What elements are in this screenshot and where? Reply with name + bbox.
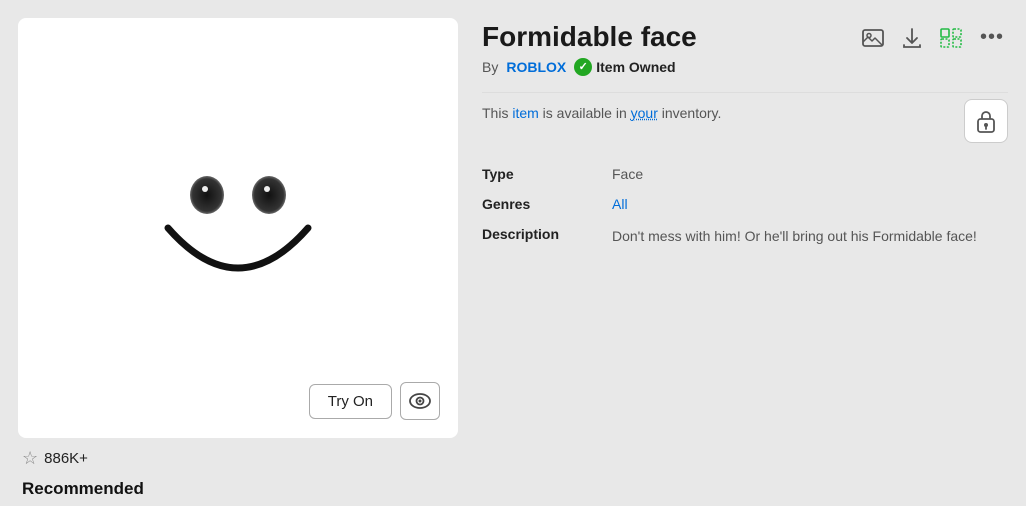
face-eyes (190, 176, 286, 214)
availability-row: This item is available in your inventory… (482, 103, 1008, 143)
download-icon-button[interactable] (898, 25, 926, 51)
configure-icon (940, 28, 962, 48)
divider (482, 92, 1008, 93)
face-smile (158, 218, 318, 308)
image-icon-button[interactable] (858, 26, 888, 50)
item-title: Formidable face (482, 20, 697, 54)
recommended-label: Recommended (18, 479, 458, 499)
availability-text-mid: is available in (539, 105, 631, 121)
right-eye (252, 176, 286, 214)
favorites-count: 886K+ (44, 450, 88, 467)
face-illustration (138, 128, 338, 328)
left-panel: Try On ☆ 886K+ Recommended (18, 18, 458, 506)
lock-icon (975, 109, 997, 133)
right-panel: Formidable face (482, 18, 1008, 506)
left-eye-dot (202, 186, 208, 192)
genres-value: All (612, 189, 1008, 219)
configure-icon-button[interactable] (936, 26, 966, 50)
try-on-button[interactable]: Try On (309, 384, 392, 419)
item-header: Formidable face (482, 20, 1008, 54)
by-label: By (482, 59, 498, 75)
lock-button[interactable] (964, 99, 1008, 143)
right-eye-dot (264, 186, 270, 192)
availability-item-link[interactable]: item (512, 105, 538, 121)
availability-text-pre: This (482, 105, 512, 121)
type-value: Face (612, 159, 1008, 189)
check-icon: ✓ (574, 58, 592, 76)
favorites-row: ☆ 886K+ (18, 448, 458, 469)
item-image-box: Try On (18, 18, 458, 438)
more-icon: ••• (980, 26, 1004, 49)
image-bottom-actions: Try On (309, 382, 440, 420)
eye-icon (409, 393, 431, 409)
availability-text: This item is available in your inventory… (482, 103, 952, 124)
creator-link[interactable]: ROBLOX (506, 59, 566, 75)
description-label: Description (482, 219, 612, 254)
details-table: Type Face Genres All Description Don't m… (482, 159, 1008, 254)
preview-eye-button[interactable] (400, 382, 440, 420)
download-icon (902, 27, 922, 49)
star-icon[interactable]: ☆ (22, 448, 38, 469)
availability-text-post: inventory. (658, 105, 722, 121)
owned-badge: ✓ Item Owned (574, 58, 675, 76)
type-label: Type (482, 159, 612, 189)
by-row: By ROBLOX ✓ Item Owned (482, 58, 1008, 76)
more-options-button[interactable]: ••• (976, 24, 1008, 51)
image-icon (862, 28, 884, 48)
left-eye (190, 176, 224, 214)
header-actions: ••• (858, 20, 1008, 51)
availability-your-link[interactable]: your (631, 105, 658, 121)
description-value: Don't mess with him! Or he'll bring out … (612, 219, 1008, 254)
genres-label: Genres (482, 189, 612, 219)
owned-text: Item Owned (596, 59, 675, 75)
